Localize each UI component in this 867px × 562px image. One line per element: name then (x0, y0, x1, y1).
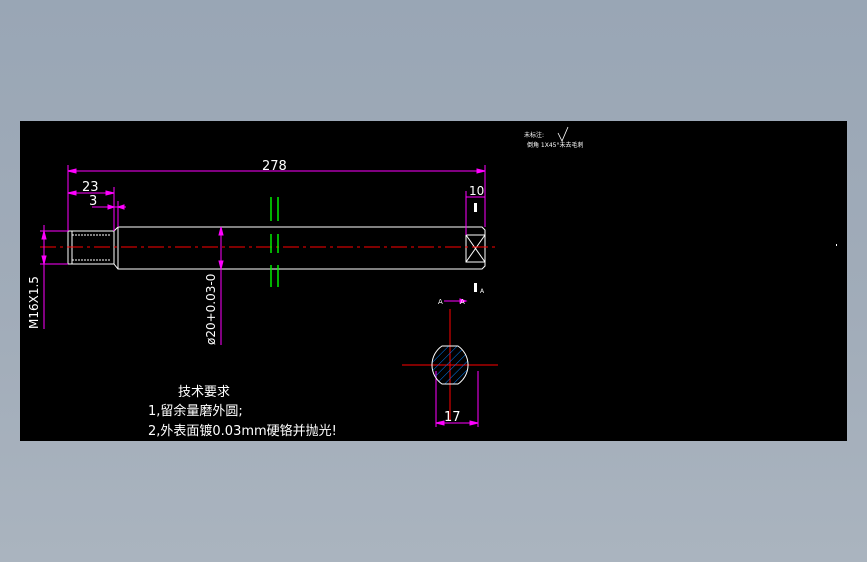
roughness-note-line2: 倒角 1X45°未去毛刺 (527, 141, 583, 149)
section-width-label: 17 (444, 410, 461, 425)
section-view (402, 309, 498, 421)
tech-req-title: 技术要求 (178, 385, 230, 400)
drawing-canvas: 278 23 3 10 M16X1.5 ø20+0.03-0 A A A 17 … (20, 121, 847, 441)
cad-viewer: 278 23 3 10 M16X1.5 ø20+0.03-0 A A A 17 … (0, 0, 867, 562)
thread-spec-label: M16X1.5 (27, 276, 41, 329)
diameter-spec-label: ø20+0.03-0 (204, 274, 218, 345)
end-flat-label: 10 (469, 184, 484, 198)
chamfer-length-label: 3 (89, 194, 97, 209)
tech-req-item2: 2,外表面镀0.03mm硬铬并抛光! (148, 423, 337, 439)
shaft-outline (67, 226, 486, 270)
overall-length-label: 278 (262, 159, 287, 174)
section-label-right: A (460, 298, 465, 306)
right-edge-marker (836, 244, 837, 246)
roughness-note-line1: 未标注: (524, 131, 544, 139)
section-arrow-label: A (480, 288, 485, 295)
tech-req-item1: 1,留余量磨外圆; (148, 403, 243, 419)
dimension-lines (40, 165, 486, 427)
section-label-left: A (438, 298, 443, 306)
keyway-marks (270, 197, 279, 287)
thread-length-label: 23 (82, 180, 99, 195)
roughness-symbol-icon (557, 126, 569, 142)
